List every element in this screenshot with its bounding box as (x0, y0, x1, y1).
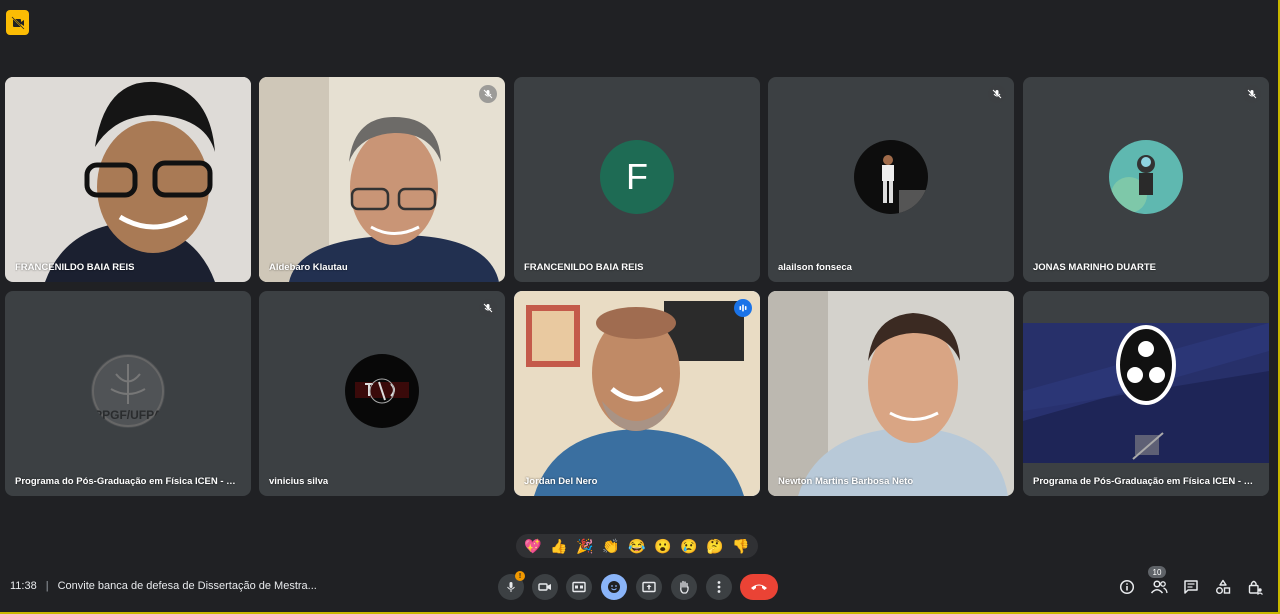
participant-name: alailson fonseca (778, 262, 852, 273)
meeting-details-button[interactable] (1116, 576, 1138, 598)
reaction-crying[interactable]: 😢 (680, 539, 697, 553)
participant-video (768, 291, 1014, 496)
chat-button[interactable] (1180, 576, 1202, 598)
lock-person-icon (1248, 580, 1263, 595)
participant-video (5, 77, 251, 282)
reaction-clapping[interactable]: 👏 (602, 539, 619, 553)
avatar-logo-text: PPGF/UFPA (94, 407, 162, 422)
participant-tile[interactable]: Programa de Pós-Graduação em Física ICEN… (1023, 291, 1269, 496)
mic-alert-badge: ! (515, 571, 525, 581)
participant-tile[interactable]: JONAS MARINHO DUARTE (1023, 77, 1269, 282)
mic-off-icon (988, 85, 1006, 103)
people-icon (1150, 580, 1168, 594)
mic-off-icon (1243, 85, 1261, 103)
avatar (345, 353, 419, 428)
meeting-info: 11:38 | Convite banca de defesa de Disse… (10, 580, 317, 592)
reaction-thumbs-up[interactable]: 👍 (550, 539, 567, 553)
chat-icon (1184, 580, 1198, 594)
mic-button[interactable]: ! (498, 571, 525, 600)
host-controls-button[interactable] (1244, 576, 1266, 598)
participant-count-badge: 10 (1148, 566, 1166, 578)
participant-name: Programa de Pós-Graduação em Física ICEN… (1033, 476, 1258, 487)
reaction-surprised[interactable]: 😮 (654, 539, 671, 553)
participant-name: FRANCENILDO BAIA REIS (524, 262, 644, 273)
recording-icon[interactable] (6, 10, 29, 35)
captions-icon (572, 581, 586, 593)
participant-tile[interactable]: Aldebaro Klautau (259, 77, 505, 282)
speaking-indicator-icon (734, 299, 752, 317)
participant-tile[interactable]: F FRANCENILDO BAIA REIS (514, 77, 760, 282)
participant-video (259, 77, 505, 282)
reaction-tears-of-joy[interactable]: 😂 (628, 539, 645, 553)
present-screen-button[interactable] (636, 574, 662, 600)
participant-tile[interactable]: Jordan Del Nero (514, 291, 760, 496)
people-button[interactable] (1148, 576, 1170, 598)
captions-button[interactable] (566, 574, 592, 600)
phone-hangup-icon (751, 584, 767, 590)
obs-logo-icon (1115, 323, 1177, 407)
avatar (1109, 139, 1183, 214)
activities-button[interactable] (1212, 576, 1234, 598)
hand-icon (680, 580, 689, 594)
participant-name: Jordan Del Nero (524, 476, 598, 487)
participant-tile[interactable]: FRANCENILDO BAIA REIS (5, 77, 251, 282)
participant-tile[interactable]: Newton Martins Barbosa Neto (768, 291, 1014, 496)
more-options-button[interactable] (706, 574, 732, 600)
mic-off-icon (479, 299, 497, 317)
participant-name: Aldebaro Klautau (269, 262, 348, 273)
meeting-info-separator: | (45, 580, 49, 592)
participant-video (514, 291, 760, 496)
present-icon (642, 581, 656, 593)
avatar: PPGF/UFPA (91, 353, 165, 428)
raise-hand-button[interactable] (671, 574, 697, 600)
more-vert-icon (717, 581, 721, 593)
participant-name: vinicius silva (269, 476, 329, 487)
camera-button[interactable] (532, 574, 558, 600)
participant-name: Programa do Pós-Graduação em Física ICEN… (15, 476, 240, 487)
reaction-party-popper[interactable]: 🎉 (576, 539, 593, 553)
participant-name: FRANCENILDO BAIA REIS (15, 262, 135, 273)
participant-tile[interactable]: vinicius silva (259, 291, 505, 496)
meeting-time: 11:38 (10, 580, 37, 592)
participant-name: Newton Martins Barbosa Neto (778, 476, 914, 487)
reaction-thumbs-down[interactable]: 👎 (732, 539, 749, 553)
emoji-reactions-button[interactable] (601, 574, 627, 600)
participant-tile[interactable]: alailson fonseca (768, 77, 1014, 282)
mic-icon (507, 582, 515, 592)
meeting-title[interactable]: Convite banca de defesa de Dissertação d… (58, 580, 317, 592)
activities-icon (1216, 579, 1231, 594)
reaction-sparkling-heart[interactable]: 💖 (524, 539, 541, 553)
reactions-bar: 💖 👍 🎉 👏 😂 😮 😢 🤔 👎 (516, 534, 758, 558)
mic-off-icon (479, 85, 497, 103)
participant-name: JONAS MARINHO DUARTE (1033, 262, 1156, 273)
smiley-icon (608, 581, 620, 593)
info-icon (1119, 579, 1135, 595)
avatar (854, 139, 928, 214)
camera-icon (538, 583, 551, 591)
avatar: F (600, 139, 674, 214)
leave-call-button[interactable] (740, 574, 778, 600)
participant-tile[interactable]: PPGF/UFPA Programa do Pós-Graduação em F… (5, 291, 251, 496)
reaction-thinking[interactable]: 🤔 (706, 539, 723, 553)
